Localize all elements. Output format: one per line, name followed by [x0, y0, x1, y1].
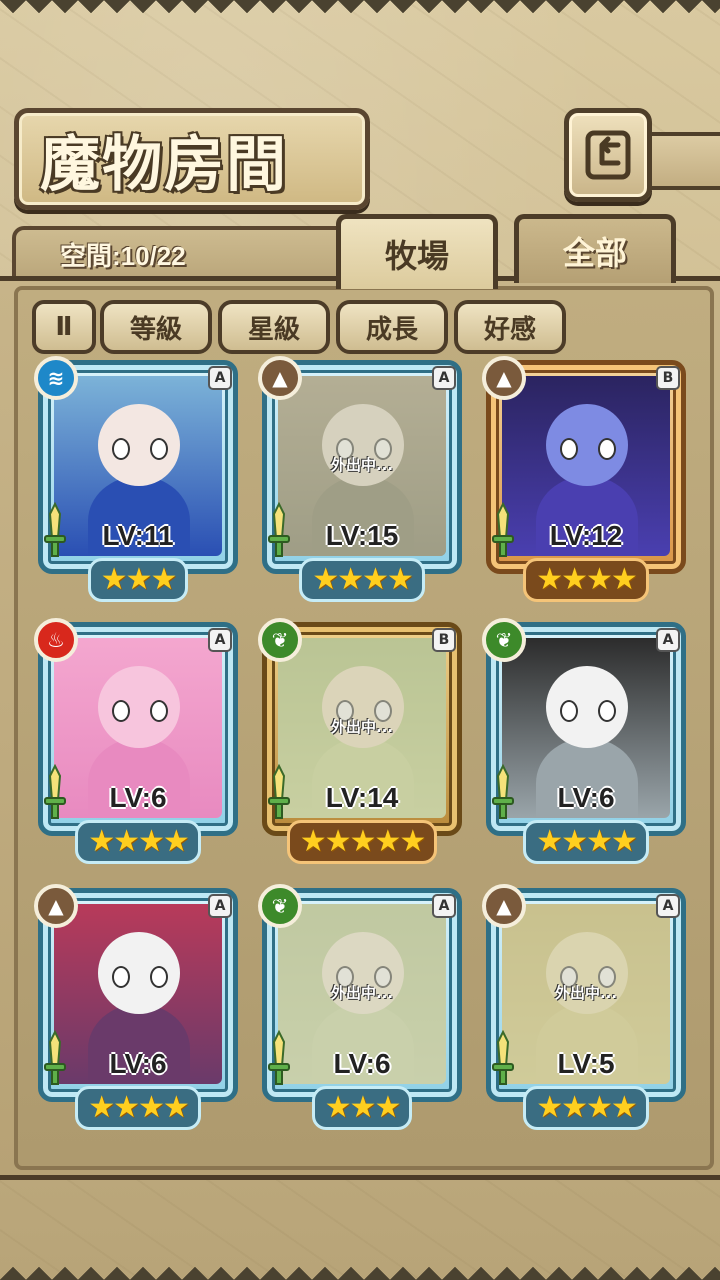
- rank-badge: A: [208, 628, 232, 652]
- away-status: 外出中...: [330, 984, 394, 1002]
- star-rating: ★★★★: [486, 820, 686, 864]
- monster-card[interactable]: 外出中... ▲ A LV:5 ★★★★: [482, 884, 686, 1130]
- monster-card[interactable]: ▲ A LV:6 ★★★★: [34, 884, 238, 1130]
- star-icons: ★★★★: [523, 820, 649, 864]
- level-label: LV:14: [325, 782, 399, 813]
- level-label: LV:15: [325, 520, 399, 551]
- sort-affection-button[interactable]: 好感: [454, 300, 566, 354]
- monster-head: [98, 404, 180, 486]
- star-icons: ★★★★: [523, 1086, 649, 1130]
- sort-level-button[interactable]: 等級: [100, 300, 212, 354]
- star-rating: ★★★: [262, 1086, 462, 1130]
- page-title: 魔物房間: [40, 130, 288, 200]
- monster-head: [98, 932, 180, 1014]
- rank-badge: B: [432, 628, 456, 652]
- sort-star-button[interactable]: 星級: [218, 300, 330, 354]
- star-icons: ★★★★★: [286, 820, 438, 864]
- earth-element-icon: ▲: [482, 356, 526, 400]
- monster-eye: [150, 438, 168, 460]
- away-status: 外出中...: [554, 984, 618, 1002]
- rank-badge: A: [432, 366, 456, 390]
- monster-eye: [150, 966, 168, 988]
- monster-card[interactable]: ♨ A LV:6 ★★★★: [34, 618, 238, 864]
- water-element-icon: ≋: [34, 356, 78, 400]
- monster-eye: [560, 438, 578, 460]
- monster-eye: [112, 438, 130, 460]
- monster-eye: [598, 700, 616, 722]
- monster-head: [546, 404, 628, 486]
- star-rating: ★★★★: [38, 820, 238, 864]
- monster-eye: [112, 966, 130, 988]
- earth-element-icon: ▲: [482, 884, 526, 928]
- monster-card[interactable]: ❦ A LV:6 ★★★★: [482, 618, 686, 864]
- star-rating: ★★★★: [486, 1086, 686, 1130]
- bottom-border: [0, 1254, 720, 1280]
- star-icons: ★★★: [311, 1086, 413, 1130]
- rank-badge: A: [208, 366, 232, 390]
- star-icons: ★★★★: [75, 820, 201, 864]
- level-label: LV:5: [557, 1048, 615, 1079]
- star-rating: ★★★★★: [262, 820, 462, 864]
- monster-eye: [150, 700, 168, 722]
- rank-badge: A: [432, 894, 456, 918]
- monster-eye: [112, 700, 130, 722]
- sort-order-toggle[interactable]: Ⅱ: [32, 300, 96, 354]
- star-icons: ★★★★: [523, 558, 649, 602]
- rank-badge: B: [656, 366, 680, 390]
- wood-element-icon: ❦: [258, 618, 302, 662]
- star-icons: ★★★★: [75, 1086, 201, 1130]
- star-icons: ★★★: [87, 558, 189, 602]
- rank-badge: A: [656, 628, 680, 652]
- monster-eye: [598, 438, 616, 460]
- level-label: LV:6: [333, 1048, 391, 1079]
- star-rating: ★★★★: [262, 558, 462, 602]
- away-status: 外出中...: [330, 718, 394, 736]
- level-label: LV:6: [557, 782, 615, 813]
- monster-head: [98, 666, 180, 748]
- star-rating: ★★★: [38, 558, 238, 602]
- tab-ranch[interactable]: 牧場: [336, 214, 498, 289]
- sort-growth-button[interactable]: 成長: [336, 300, 448, 354]
- monster-head: [546, 666, 628, 748]
- monster-eye: [560, 700, 578, 722]
- rank-badge: A: [656, 894, 680, 918]
- level-label: LV:6: [109, 782, 167, 813]
- star-rating: ★★★★: [486, 558, 686, 602]
- star-icons: ★★★★: [299, 558, 425, 602]
- return-arrow-icon: [585, 130, 631, 180]
- space-count: 空間:10/22: [60, 241, 186, 271]
- wood-element-icon: ❦: [258, 884, 302, 928]
- away-status: 外出中...: [330, 456, 394, 474]
- level-label: LV:11: [102, 520, 174, 551]
- rank-badge: A: [208, 894, 232, 918]
- monster-card[interactable]: 外出中... ❦ B LV:14 ★★★★★: [258, 618, 462, 864]
- earth-element-icon: ▲: [258, 356, 302, 400]
- wood-element-icon: ❦: [482, 618, 526, 662]
- monster-card[interactable]: 外出中... ❦ A LV:6 ★★★: [258, 884, 462, 1130]
- monster-card[interactable]: ≋ A LV:11 ★★★: [34, 356, 238, 602]
- monster-card[interactable]: 外出中... ▲ A LV:15 ★★★★: [258, 356, 462, 602]
- fire-element-icon: ♨: [34, 618, 78, 662]
- back-button[interactable]: [564, 108, 652, 202]
- star-rating: ★★★★: [38, 1086, 238, 1130]
- earth-element-icon: ▲: [34, 884, 78, 928]
- level-label: LV:6: [109, 1048, 167, 1079]
- top-border: [0, 0, 720, 26]
- monster-card[interactable]: ▲ B LV:12 ★★★★: [482, 356, 686, 602]
- tab-all[interactable]: 全部: [514, 214, 676, 283]
- level-label: LV:12: [549, 520, 623, 551]
